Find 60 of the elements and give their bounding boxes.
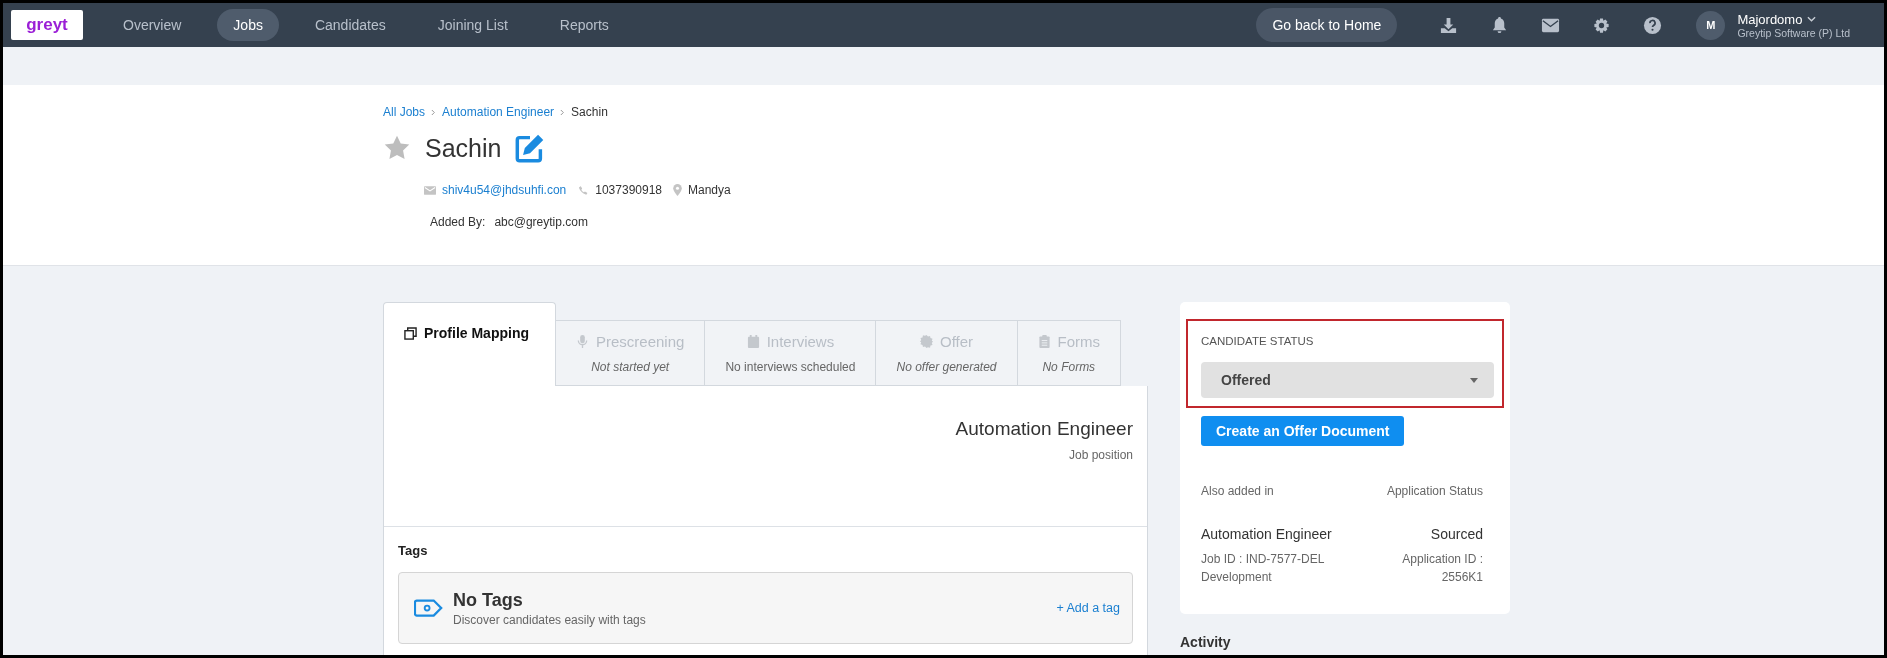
nav-tab[interactable]: Reports	[543, 9, 625, 41]
tab[interactable]: Forms No Forms	[1017, 320, 1122, 386]
star-icon[interactable]	[383, 134, 411, 162]
application-status: Sourced	[1430, 526, 1483, 542]
settings-icon[interactable]	[1592, 15, 1612, 35]
nav-tab[interactable]: Candidates	[298, 9, 402, 41]
location-pin-icon	[673, 184, 682, 196]
user-name[interactable]: Majordomo	[1737, 11, 1803, 27]
chevron-down-icon[interactable]	[1807, 16, 1817, 22]
microphone-icon	[576, 334, 589, 348]
breadcrumb-link[interactable]: All Jobs	[383, 105, 426, 119]
breadcrumb-link[interactable]: Automation Engineer	[442, 105, 555, 119]
application-id: 2556K1	[1441, 570, 1483, 584]
add-tag-link[interactable]: + Add a tag	[1056, 601, 1120, 615]
tags-heading: Tags	[398, 543, 429, 558]
job-title: Automation Engineer	[954, 418, 1133, 440]
also-added-label: Also added in	[1201, 484, 1274, 498]
job-name: Automation Engineer	[1201, 526, 1332, 542]
email-link[interactable]: shiv4u54@jhdsuhfi.con	[442, 183, 567, 197]
job-caption: Job position	[1067, 448, 1133, 462]
application-status-label: Application Status	[1386, 484, 1483, 498]
tag-icon	[414, 597, 444, 619]
activity-heading: Activity	[1180, 634, 1232, 650]
nav-tab[interactable]: Overview	[107, 9, 198, 41]
nav-tab[interactable]: Jobs	[217, 9, 279, 41]
home-button[interactable]: Go back to Home	[1256, 8, 1398, 42]
status-dropdown[interactable]: Offered	[1201, 362, 1494, 398]
added-by-label: Added By:	[430, 215, 486, 229]
user-avatar[interactable]: M	[1696, 10, 1726, 40]
candidate-name: Sachin	[425, 133, 502, 163]
phone-number: 1037390918	[595, 183, 662, 197]
tab[interactable]: Interviews No interviews scheduled	[705, 320, 877, 386]
job-id: Job ID : IND-7577-DEL	[1201, 552, 1325, 566]
tab[interactable]: Prescreening Not started yet	[556, 320, 706, 386]
edit-icon[interactable]	[515, 133, 546, 163]
current-page-label: Sachin	[571, 105, 608, 119]
application-id-label: Application ID :	[1402, 552, 1483, 566]
chevron-right-icon	[431, 108, 437, 116]
added-by-value: abc@greytip.com	[494, 215, 588, 229]
caret-icon	[1470, 377, 1478, 383]
logo[interactable]: greyt	[11, 10, 83, 40]
help-icon[interactable]	[1643, 15, 1663, 35]
copy-icon	[404, 326, 417, 340]
mail-icon	[424, 185, 436, 195]
calendar-icon	[746, 334, 760, 348]
create-offer-button[interactable]: Create an Offer Document	[1201, 416, 1405, 446]
download-icon[interactable]	[1439, 15, 1459, 35]
empty-title: No Tags	[453, 589, 524, 611]
empty-description: Discover candidates easily with tags	[453, 612, 647, 627]
location: Mandya	[688, 183, 731, 197]
tab[interactable]: Offer No offer generated	[876, 320, 1018, 386]
badge-icon	[919, 334, 933, 348]
department: Development	[1201, 570, 1273, 584]
clipboard-icon	[1037, 334, 1051, 348]
status-label: CANDIDATE STATUS	[1201, 335, 1315, 347]
tab[interactable]: Profile Mapping	[383, 302, 556, 386]
nav-tab[interactable]: Joining List	[421, 9, 524, 41]
company-name: Greytip Software (P) Ltd	[1737, 26, 1850, 39]
chevron-right-icon	[560, 108, 566, 116]
phone-icon	[577, 185, 590, 195]
